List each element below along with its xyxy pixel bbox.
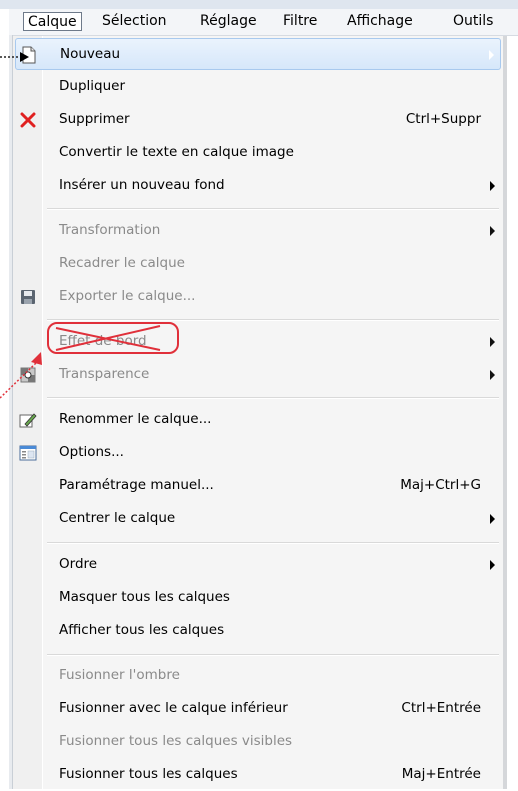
annotation-red-cross [55,325,161,351]
background-right [507,36,518,789]
annotation-overlay [0,52,161,399]
annotation-pointer-effet-de-bord [0,352,42,399]
annotation-pointer-nouveau [0,52,29,62]
